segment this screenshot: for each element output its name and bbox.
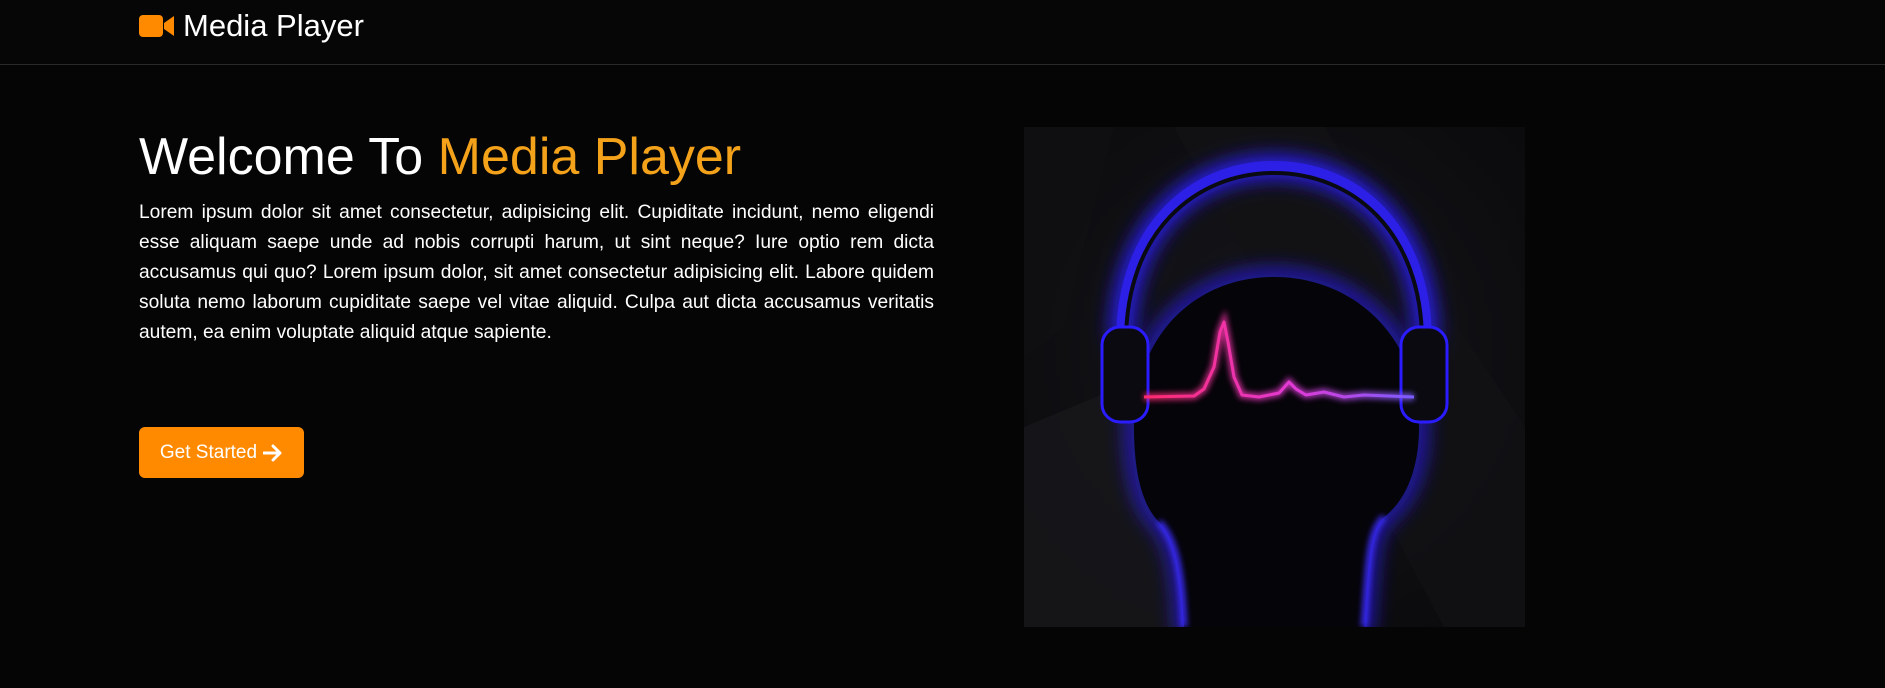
navbar: Media Player — [0, 0, 1885, 65]
brand-link[interactable]: Media Player — [139, 8, 364, 44]
hero-description: Lorem ipsum dolor sit amet consectetur, … — [139, 202, 934, 343]
arrow-right-icon — [263, 444, 282, 461]
brand-label: Media Player — [183, 8, 364, 43]
hero-title: Welcome To Media Player — [139, 122, 934, 192]
get-started-button[interactable]: Get Started — [139, 427, 304, 478]
hero-title-prefix: Welcome To — [139, 128, 424, 186]
video-camera-icon — [139, 15, 174, 37]
get-started-label: Get Started — [159, 441, 258, 463]
hero-text-block: Welcome To Media Player Lorem ipsum dolo… — [139, 122, 934, 348]
hero-title-accent: Media Player — [437, 128, 742, 186]
headphones-heartbeat-illustration — [1024, 127, 1525, 627]
